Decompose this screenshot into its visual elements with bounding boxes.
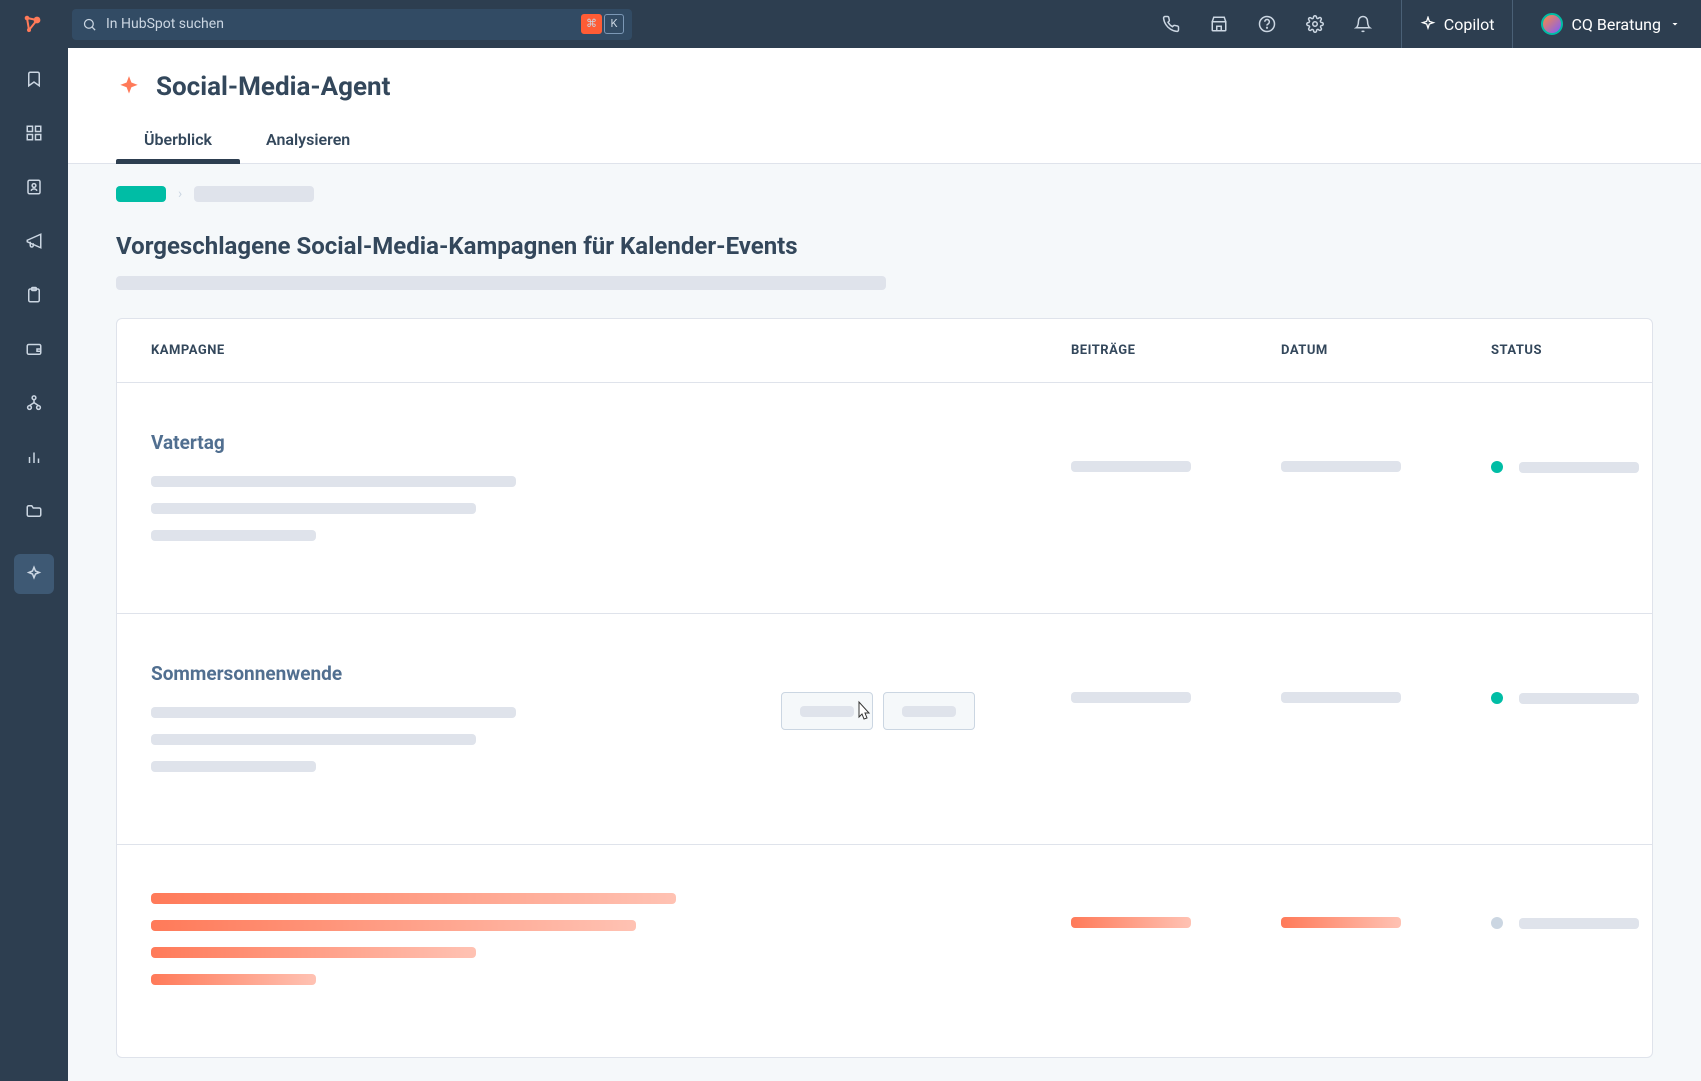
cmd-key-icon: ⌘ bbox=[581, 14, 602, 34]
cell-campaign: Sommersonnenwende bbox=[151, 662, 781, 788]
phone-icon[interactable] bbox=[1161, 14, 1181, 34]
status-dot-icon bbox=[1491, 917, 1503, 929]
section-title: Vorgeschlagene Social-Media-Kampagnen fü… bbox=[116, 232, 1653, 260]
page-title: Social-Media-Agent bbox=[156, 72, 390, 102]
gear-icon[interactable] bbox=[1305, 14, 1325, 34]
skeleton-value bbox=[1519, 462, 1639, 473]
campaign-icon[interactable] bbox=[23, 230, 45, 252]
clipboard-icon[interactable] bbox=[23, 284, 45, 306]
user-menu[interactable]: CQ Beratung bbox=[1541, 13, 1681, 35]
skeleton-value bbox=[1281, 692, 1401, 703]
row-actions bbox=[781, 662, 981, 730]
page-sparkle-icon bbox=[116, 74, 142, 100]
skeleton-line bbox=[151, 503, 476, 514]
th-status: Status bbox=[1491, 343, 1618, 358]
sitemap-icon[interactable] bbox=[23, 392, 45, 414]
bookmark-icon[interactable] bbox=[23, 68, 45, 90]
cell-date bbox=[1281, 431, 1491, 472]
status-dot-icon bbox=[1491, 692, 1503, 704]
sparkle-icon bbox=[1420, 16, 1436, 32]
content: Social-Media-Agent Überblick Analysieren… bbox=[68, 48, 1701, 1081]
th-posts: Beiträge bbox=[1071, 343, 1281, 358]
skeleton-line bbox=[151, 761, 316, 772]
bell-icon[interactable] bbox=[1353, 14, 1373, 34]
page-header: Social-Media-Agent Überblick Analysieren bbox=[68, 48, 1701, 164]
row-action-primary[interactable] bbox=[781, 692, 873, 730]
user-name: CQ Beratung bbox=[1571, 15, 1661, 34]
table-header: Kampagne Beiträge Datum Status bbox=[117, 319, 1652, 383]
campaign-title: Vatertag bbox=[151, 431, 1071, 454]
campaign-title: Sommersonnenwende bbox=[151, 662, 781, 685]
bar-chart-icon[interactable] bbox=[23, 446, 45, 468]
contacts-icon[interactable] bbox=[23, 176, 45, 198]
help-icon[interactable] bbox=[1257, 14, 1277, 34]
top-bar: ⌘ K Copilot CQ Beratung bbox=[0, 0, 1701, 48]
skeleton-label bbox=[902, 706, 956, 717]
skeleton-value bbox=[1071, 461, 1191, 472]
skeleton-value bbox=[1071, 692, 1191, 703]
table-row[interactable]: Sommersonnenwende bbox=[117, 614, 1652, 845]
cell-campaign bbox=[151, 893, 1071, 1001]
table-row[interactable]: Vatertag bbox=[117, 383, 1652, 614]
breadcrumb-current bbox=[194, 186, 314, 202]
k-key-icon: K bbox=[604, 14, 624, 34]
tab-analyze[interactable]: Analysieren bbox=[266, 120, 350, 163]
cell-status bbox=[1491, 431, 1639, 473]
topbar-right: Copilot CQ Beratung bbox=[1161, 0, 1681, 48]
skeleton-label bbox=[800, 706, 854, 717]
tabs: Überblick Analysieren bbox=[68, 120, 1701, 164]
th-date: Datum bbox=[1281, 343, 1491, 358]
table-row[interactable] bbox=[117, 845, 1652, 1057]
wallet-icon[interactable] bbox=[23, 338, 45, 360]
skeleton-value bbox=[1281, 461, 1401, 472]
skeleton-line bbox=[151, 974, 316, 985]
skeleton-line bbox=[151, 734, 476, 745]
grid-icon[interactable] bbox=[23, 122, 45, 144]
cell-status bbox=[1491, 893, 1639, 929]
breadcrumb: › bbox=[116, 186, 1653, 202]
skeleton-value bbox=[1519, 918, 1639, 929]
chevron-right-icon: › bbox=[178, 186, 182, 202]
chevron-down-icon bbox=[1669, 18, 1681, 30]
skeleton-value bbox=[1519, 693, 1639, 704]
cell-posts bbox=[1071, 431, 1281, 472]
breadcrumb-root[interactable] bbox=[116, 186, 166, 202]
hubspot-logo-icon[interactable] bbox=[20, 12, 44, 36]
cell-status bbox=[1491, 662, 1639, 704]
skeleton-line bbox=[151, 947, 476, 958]
search-input[interactable] bbox=[72, 9, 632, 40]
status-dot-icon bbox=[1491, 461, 1503, 473]
folder-icon[interactable] bbox=[23, 500, 45, 522]
copilot-button[interactable]: Copilot bbox=[1401, 0, 1514, 48]
skeleton-line bbox=[151, 530, 316, 541]
avatar bbox=[1541, 13, 1563, 35]
cell-posts bbox=[1071, 662, 1281, 703]
search-wrap: ⌘ K bbox=[72, 9, 632, 40]
skeleton-line bbox=[151, 893, 676, 904]
row-action-secondary[interactable] bbox=[883, 692, 975, 730]
search-icon bbox=[82, 17, 97, 32]
skeleton-value bbox=[1281, 917, 1401, 928]
store-icon[interactable] bbox=[1209, 14, 1229, 34]
skeleton-line bbox=[151, 476, 516, 487]
left-nav bbox=[0, 48, 68, 1081]
section-subtitle-skeleton bbox=[116, 276, 886, 290]
th-campaign: Kampagne bbox=[151, 343, 1071, 358]
copilot-label: Copilot bbox=[1444, 15, 1495, 34]
cell-campaign: Vatertag bbox=[151, 431, 1071, 557]
cell-date bbox=[1281, 662, 1491, 703]
search-shortcut: ⌘ K bbox=[581, 14, 624, 34]
skeleton-value bbox=[1071, 917, 1191, 928]
campaign-table: Kampagne Beiträge Datum Status Vatertag bbox=[116, 318, 1653, 1058]
skeleton-line bbox=[151, 707, 516, 718]
body-area: › Vorgeschlagene Social-Media-Kampagnen … bbox=[68, 164, 1701, 1081]
skeleton-line bbox=[151, 920, 636, 931]
sparkle-nav-icon[interactable] bbox=[14, 554, 54, 594]
cell-date bbox=[1281, 893, 1491, 928]
tab-overview[interactable]: Überblick bbox=[144, 120, 212, 163]
cell-posts bbox=[1071, 893, 1281, 928]
